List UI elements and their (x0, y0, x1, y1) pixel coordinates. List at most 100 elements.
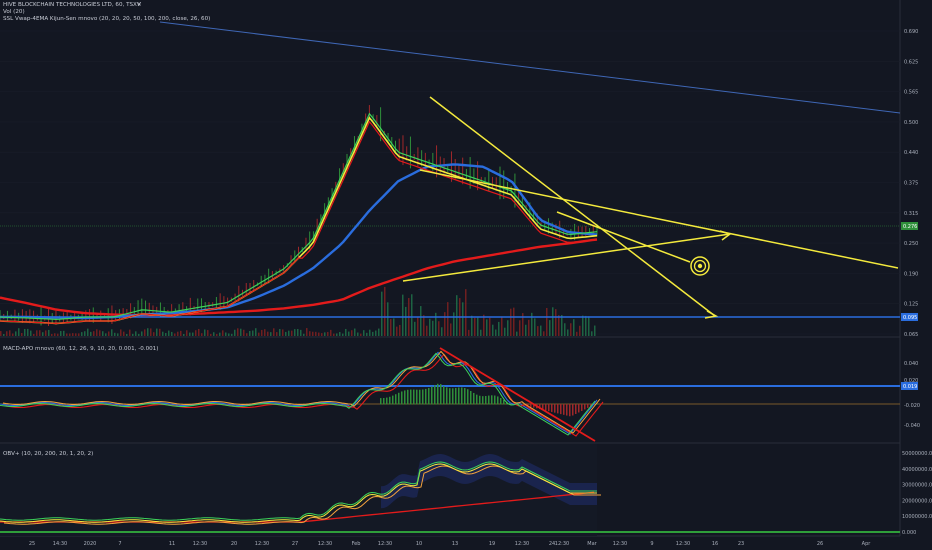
volume-bar (321, 333, 323, 336)
target-center-icon (697, 263, 703, 269)
macd-hist-bar (425, 388, 427, 405)
obv-tick-label: 40000000.000 (902, 467, 932, 473)
volume-bar (210, 333, 212, 336)
macd-hist-bar (488, 395, 490, 405)
obv-legend[interactable]: OBV+ (10, 20, 200, 20, 1, 20, 2) (3, 451, 93, 458)
volume-bar (369, 329, 371, 336)
macd-hist-bar (383, 398, 385, 405)
volume-bar (327, 331, 329, 336)
volume-bar (90, 331, 92, 336)
macd-hist-bar (440, 384, 442, 405)
volume-bar (393, 318, 395, 336)
volume-bar (255, 328, 257, 336)
volume-bar (411, 294, 413, 336)
volume-bar (423, 315, 425, 336)
volume-bar (15, 331, 17, 336)
volume-bar (318, 332, 320, 336)
macd-hist-bar (500, 397, 502, 405)
macd-hist-bar (497, 396, 499, 405)
macd-hist-bar (386, 397, 388, 405)
volume-bar (285, 331, 287, 336)
volume-bar (357, 332, 359, 336)
volume-bar (246, 333, 248, 336)
volume-bar (27, 328, 29, 336)
volume-bar (378, 328, 380, 336)
volume-bar (342, 333, 344, 336)
volume-bar (429, 318, 431, 336)
volume-bar (471, 315, 473, 336)
volume-bar (132, 333, 134, 336)
macd-hist-bar (380, 398, 382, 405)
volume-legend[interactable]: Vol (20) (3, 9, 25, 16)
volume-bar (519, 320, 521, 336)
volume-bar (129, 329, 131, 336)
volume-bar (576, 331, 578, 336)
volume-bar (405, 306, 407, 336)
volume-bar (591, 331, 593, 336)
volume-bar (399, 324, 401, 336)
volume-bar (546, 307, 548, 336)
volume-bar (195, 330, 197, 336)
volume-bar (69, 333, 71, 336)
volume-bar (450, 323, 452, 336)
volume-bar (312, 331, 314, 336)
macd-hist-bar (452, 388, 454, 405)
volume-bar (18, 328, 20, 336)
time-tick-label: 25 (29, 541, 35, 547)
macd-hist-bar (449, 388, 451, 405)
volume-bar (282, 329, 284, 336)
volume-bar (63, 330, 65, 336)
macd-hist-bar (443, 385, 445, 405)
macd-hist-bar (560, 404, 562, 415)
macd-hist-bar (416, 389, 418, 405)
volume-bar (564, 323, 566, 336)
volume-bar (453, 312, 455, 336)
volume-bar (48, 329, 50, 336)
volume-bar (585, 315, 587, 336)
volume-bar (333, 333, 335, 336)
volume-bar (159, 328, 161, 336)
macd-hist-bar (431, 386, 433, 405)
volume-bar (78, 333, 80, 336)
macd-hist-bar (569, 404, 571, 417)
volume-bar (516, 331, 518, 336)
volume-bar (117, 333, 119, 336)
macd-hist-bar (389, 396, 391, 405)
price-tick-label: 0.250 (904, 241, 918, 247)
volume-bar (240, 328, 242, 336)
volume-bar (324, 332, 326, 336)
volume-bar (198, 328, 200, 336)
volume-bar (165, 332, 167, 336)
volume-bar (291, 330, 293, 336)
macd-hist-bar (407, 389, 409, 405)
volume-bar (111, 329, 113, 336)
ssl-legend[interactable]: SSL Vwap-4EMA Kijun-Sen mnovo (20, 20, 2… (3, 16, 210, 23)
volume-bar (339, 332, 341, 336)
volume-bar (426, 325, 428, 336)
volume-bar (501, 316, 503, 336)
macd-hist-bar (494, 395, 496, 405)
price-tick-label: 0.500 (904, 120, 918, 126)
volume-bar (219, 332, 221, 336)
volume-bar (183, 333, 185, 336)
macd-hist-bar (479, 395, 481, 405)
volume-bar (0, 331, 2, 336)
volume-bar (21, 332, 23, 336)
volume-bar (276, 332, 278, 336)
volume-bar (6, 331, 8, 336)
time-tick-label: Mar (587, 541, 597, 547)
volume-bar (57, 333, 59, 336)
close-icon[interactable]: ✕ (137, 2, 142, 9)
macd-hist-bar (578, 404, 580, 413)
volume-bar (222, 330, 224, 336)
volume-bar (381, 291, 383, 336)
chart-canvas[interactable]: 0.690 0.625 0.565 0.500 0.440 0.375 0.315 0.250… (0, 0, 932, 550)
volume-bar (177, 331, 179, 336)
volume-bar (384, 286, 386, 336)
volume-bar (267, 331, 269, 336)
macd-legend[interactable]: MACD-APO mnovo (60, 12, 26, 9, 10, 20, 0… (3, 346, 158, 353)
time-tick-label: 12:30 (255, 541, 269, 547)
volume-bar (108, 331, 110, 336)
price-tick-label: 0.375 (904, 181, 918, 187)
macd-hist-bar (413, 389, 415, 405)
